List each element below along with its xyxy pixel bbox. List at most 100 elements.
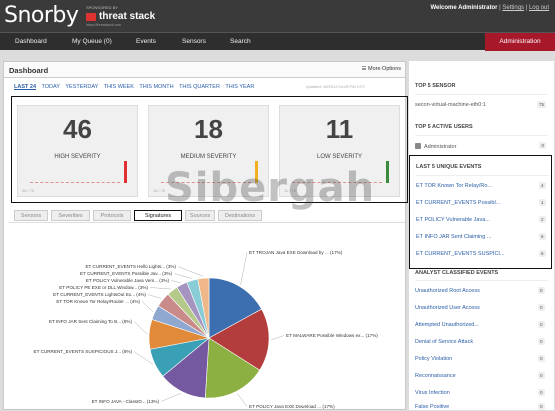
user-count: 0 [539, 142, 546, 149]
unique-event-link[interactable]: ET CURRENT_EVENTS SUSPICI... 6 [416, 250, 546, 257]
sidebar: TOP 5 SENSOR secon-virtual-machine-eth0:… [409, 61, 554, 410]
classification-name: False Positive [415, 404, 450, 410]
event-count: 1 [539, 199, 546, 206]
sponsor-name[interactable]: threat stack [99, 11, 155, 22]
classification-name: Virus Infection [415, 390, 450, 396]
tab-signatures[interactable]: Signatures [134, 210, 182, 221]
pie-slice-label: ET MALWARE Possible Windows ex... (17%) [286, 333, 378, 338]
unique-event-link[interactable]: ET INFO JAR Sent Claiming ... 6 [416, 233, 546, 240]
classification-link[interactable]: False Positive 0 [415, 403, 545, 410]
logout-link[interactable]: Log out [529, 5, 549, 11]
pie-leader-line [270, 335, 285, 341]
classification-link[interactable]: Policy Violation 0 [415, 355, 545, 362]
settings-link[interactable]: Settings [502, 5, 524, 11]
range-yesterday[interactable]: YESTERDAY [65, 84, 98, 90]
range-this-year[interactable]: THIS YEAR [225, 84, 254, 90]
classification-link[interactable]: Unauthorized User Access 0 [415, 304, 545, 311]
pie-leader-line [141, 301, 154, 312]
nav-search[interactable]: Search [230, 38, 251, 45]
severity-bar [124, 161, 127, 183]
event-name: ET TOR Known Tor Relay/Ro... [416, 183, 493, 189]
pie-leader-line [160, 393, 181, 402]
signature-chart-area: ET TROJAN Java EXE Download by ... (17%)… [9, 222, 405, 409]
classification-name: Unauthorized User Access [415, 305, 480, 311]
nav-my-queue[interactable]: My Queue (0) [72, 38, 112, 45]
severity-ratio: 18 / 75 [153, 188, 166, 193]
low-severity-count: 11 [325, 114, 354, 144]
range-this-quarter[interactable]: THIS QUARTER [179, 84, 220, 90]
trend-line [30, 182, 120, 183]
pie-leader-line [240, 252, 248, 285]
nav-events[interactable]: Events [136, 38, 156, 45]
classification-name: Attempted Unauthorized... [415, 322, 479, 328]
tab-sources[interactable]: Sources [185, 210, 215, 221]
medium-severity-label: MEDIUM SEVERITY [180, 154, 237, 160]
pie-slice-label: ET INFO JAR Sent Claiming To B... (8%) [49, 319, 133, 324]
classification-name: Policy Violation [415, 356, 453, 362]
more-options-label: More Options [367, 66, 401, 72]
classification-count: 0 [538, 389, 545, 396]
pie-slice-label: ET POLICY Java EXE Download ... (17%) [249, 404, 335, 409]
unique-event-link[interactable]: ET POLICY Vulnerable Java... 2 [416, 216, 546, 223]
signature-pie-chart[interactable]: ET TROJAN Java EXE Download by ... (17%)… [9, 223, 405, 409]
sponsor-url: https://threatstack.com [86, 23, 122, 27]
nav-dashboard[interactable]: Dashboard [15, 38, 47, 45]
pie-slice-label: ET INFO JAVA - ClassID... (13%) [92, 399, 160, 404]
classification-link[interactable]: Reconnaissance 0 [415, 372, 545, 379]
pie-leader-line [170, 280, 181, 283]
tab-severities[interactable]: Severities [51, 210, 90, 221]
top-sensor-row[interactable]: secon-virtual-machine-eth0:1 75 [415, 101, 546, 108]
main-nav: Dashboard My Queue (0) Events Sensors Se… [0, 32, 555, 51]
pie-slice-label: ET CURRENT_EVENTS LightsOut Ex... (4%) [53, 292, 146, 297]
pie-slice-label: ET TOR Known Tor Relay/Router ... (4%) [56, 299, 140, 304]
classification-count: 0 [538, 304, 545, 311]
unique-event-link[interactable]: ET TOR Known Tor Relay/Ro... 4 [416, 182, 546, 189]
severity-bar [386, 161, 389, 183]
snorby-logo[interactable]: Snorby [4, 3, 79, 28]
classification-link[interactable]: Unauthorized Root Access 0 [415, 287, 545, 294]
nav-administration[interactable]: Administration [485, 33, 555, 51]
event-name: ET CURRENT_EVENTS Possibl... [416, 200, 501, 206]
event-name: ET INFO JAR Sent Claiming ... [416, 234, 492, 240]
event-name: ET CURRENT_EVENTS SUSPICI... [416, 251, 505, 257]
classification-link[interactable]: Virus Infection 0 [415, 389, 545, 396]
classification-link[interactable]: Attempted Unauthorized... 0 [415, 321, 545, 328]
threat-stack-logo-icon [86, 13, 96, 21]
classification-name: Unauthorized Root Access [415, 288, 480, 294]
pie-slice-label: ET CURRENT_EVENTS Possible Jav... (3%) [80, 271, 172, 276]
high-severity-card[interactable]: 46 HIGH SEVERITY 46 / 75 [17, 105, 138, 197]
pie-leader-line [147, 294, 162, 299]
user-name: Administrator [424, 144, 457, 150]
tab-sensors[interactable]: Sensors [14, 210, 48, 221]
pie-leader-line [133, 351, 154, 365]
tab-destinations[interactable]: Destinations [218, 210, 262, 221]
high-severity-count: 46 [63, 114, 92, 144]
time-range-bar: LAST 24 TODAY YESTERDAY THIS WEEK THIS M… [14, 84, 258, 90]
pie-leader-line [149, 287, 172, 290]
classification-name: Denial of Service Attack [415, 339, 474, 345]
classification-count: 0 [538, 287, 545, 294]
unique-events-heading: LAST 5 UNIQUE EVENTS [416, 164, 482, 170]
active-user-row[interactable]: Administrator 0 [415, 142, 546, 150]
more-options-button[interactable]: ☰ More Options [362, 66, 401, 72]
classification-link[interactable]: Denial of Service Attack 0 [415, 338, 545, 345]
pie-leader-line [173, 273, 192, 279]
range-last-24[interactable]: LAST 24 [14, 84, 36, 90]
range-today[interactable]: TODAY [41, 84, 59, 90]
nav-sensors[interactable]: Sensors [182, 38, 206, 45]
tab-protocols[interactable]: Protocols [93, 210, 131, 221]
low-severity-label: LOW SEVERITY [316, 154, 362, 160]
pie-slice-label: ET CURRENT_EVENTS Hello Lights... (3%) [85, 264, 176, 269]
top-bar: Snorby SPONSORED BY threat stack https:/… [0, 0, 555, 32]
classified-heading: ANALYST CLASSIFIED EVENTS [415, 270, 499, 276]
event-count: 4 [539, 182, 546, 189]
pie-slice-label: ET POLICY Vulnerable Java Vers... (3%) [86, 278, 170, 283]
range-this-month[interactable]: THIS MONTH [139, 84, 173, 90]
range-this-week[interactable]: THIS WEEK [104, 84, 134, 90]
welcome-separator: | [499, 5, 501, 11]
page-title: Dashboard [9, 66, 49, 75]
welcome-area: Welcome Administrator | Settings | Log o… [430, 5, 549, 11]
pie-leader-line [133, 321, 148, 335]
unique-events-box: LAST 5 UNIQUE EVENTS ET TOR Known Tor Re… [409, 155, 552, 269]
unique-event-link[interactable]: ET CURRENT_EVENTS Possibl... 1 [416, 199, 546, 206]
